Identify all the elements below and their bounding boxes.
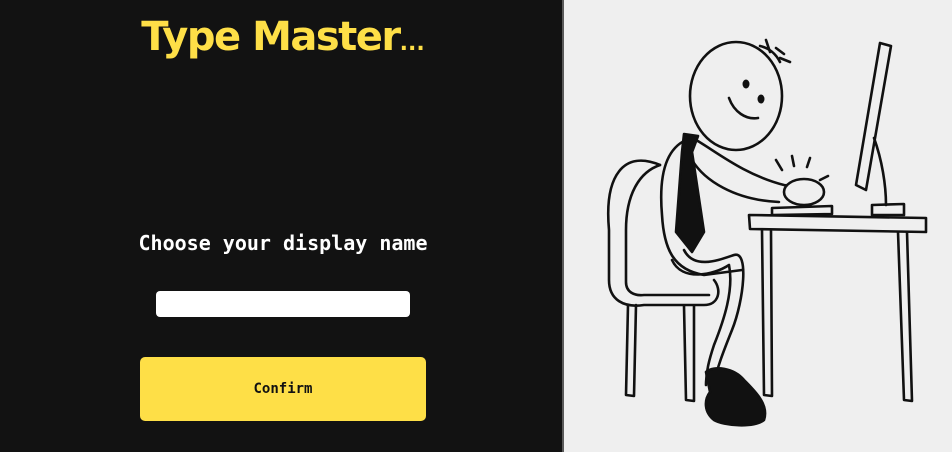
display-name-prompt: Choose your display name [138, 231, 428, 255]
desk-drawing [747, 213, 928, 403]
chair-drawing [606, 159, 720, 403]
shoe-drawing [704, 366, 767, 427]
figure-head [688, 38, 792, 152]
app-root: Type Master... Choose your display name … [0, 0, 952, 452]
name-entry-panel: Type Master... Choose your display name … [0, 0, 562, 452]
illustration-panel [564, 0, 952, 452]
typing-stick-figure-illustration [606, 38, 928, 427]
monitor-drawing [854, 41, 906, 217]
app-title-suffix: ... [399, 31, 425, 56]
app-title: Type Master... [0, 12, 566, 69]
confirm-button[interactable]: Confirm [140, 357, 426, 421]
display-name-input[interactable] [156, 291, 410, 317]
keyboard-drawing [770, 204, 834, 217]
tie-drawing [674, 132, 706, 254]
app-title-text: Type Master [141, 14, 401, 60]
